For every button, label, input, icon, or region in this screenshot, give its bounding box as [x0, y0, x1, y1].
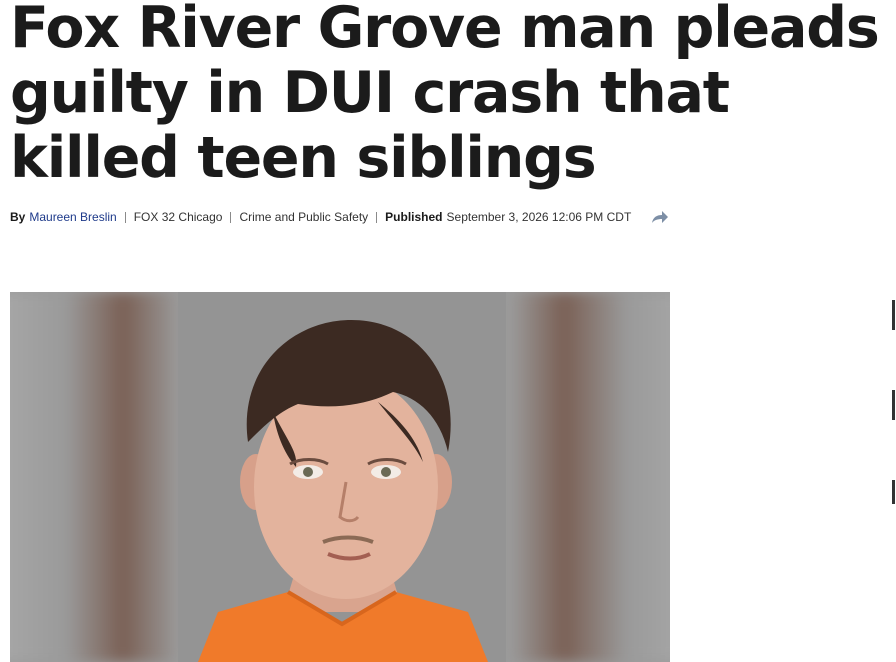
mugshot-image — [178, 292, 506, 662]
blurred-photo-backdrop-left — [10, 292, 180, 662]
published-date: September 3, 2026 12:06 PM CDT — [446, 210, 632, 224]
article-headline: Fox River Grove man pleads guilty in DUI… — [10, 0, 880, 191]
byline-divider — [124, 211, 126, 223]
article-byline: By Maureen Breslin FOX 32 Chicago Crime … — [10, 208, 669, 226]
blurred-photo-backdrop-right — [510, 292, 670, 662]
byline-divider — [230, 211, 232, 223]
article-photo — [10, 292, 670, 662]
published-label: Published — [385, 210, 443, 224]
author-link[interactable]: Maureen Breslin — [29, 210, 116, 224]
sidebar-edge — [892, 300, 896, 640]
byline-by-label: By — [10, 210, 26, 224]
category-label[interactable]: Crime and Public Safety — [239, 210, 368, 224]
byline-divider — [376, 211, 378, 223]
outlet-name: FOX 32 Chicago — [133, 210, 223, 224]
share-arrow-icon[interactable] — [651, 210, 669, 224]
